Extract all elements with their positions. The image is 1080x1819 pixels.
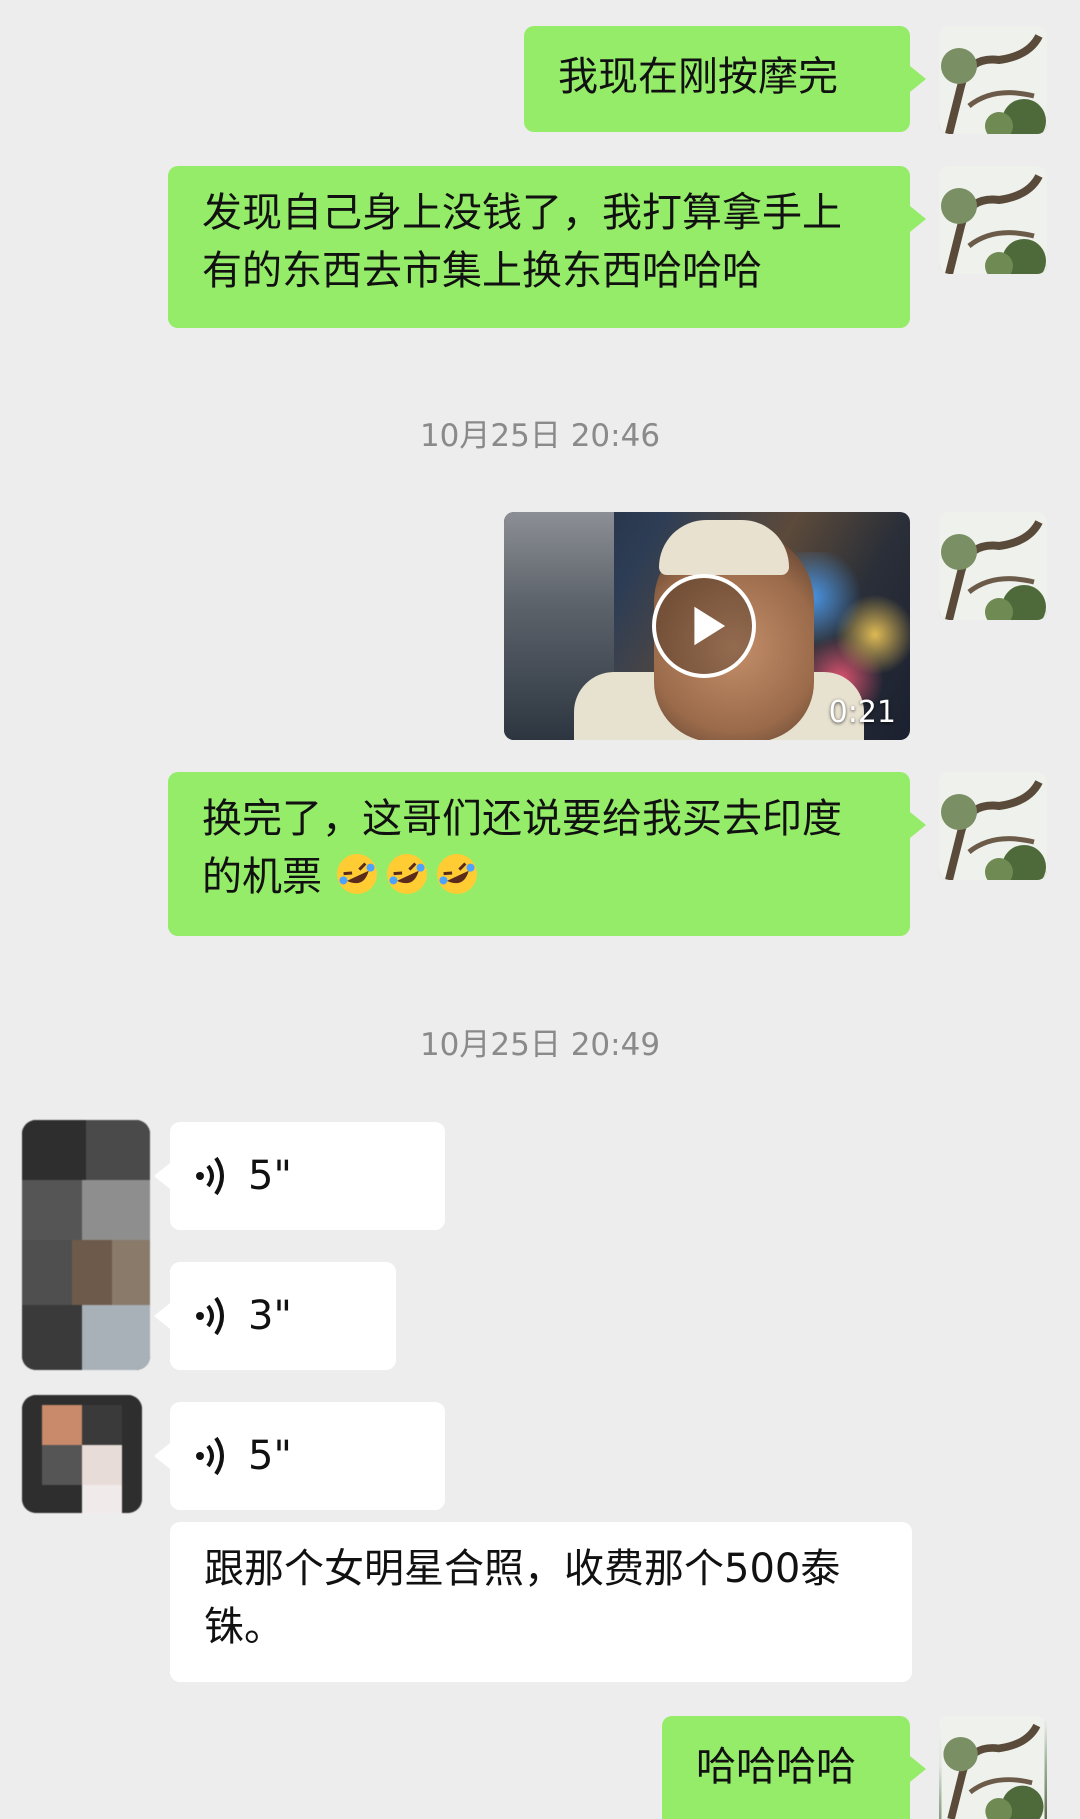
blurred-avatar-icon xyxy=(22,1395,142,1513)
contact-avatar[interactable] xyxy=(22,1120,150,1370)
tree-photo-icon xyxy=(939,772,1047,880)
bubble-tail xyxy=(910,1756,926,1782)
message-bubble-self[interactable]: 换完了，这哥们还说要给我买去印度的机票 xyxy=(168,772,910,936)
message-text: 哈哈哈哈 xyxy=(696,1744,856,1790)
voice-duration: 3" xyxy=(248,1293,292,1339)
play-icon[interactable] xyxy=(652,574,756,678)
tree-photo-icon xyxy=(939,512,1047,620)
message-bubble-self[interactable]: 我现在刚按摩完 xyxy=(524,26,910,132)
video-duration: 0:21 xyxy=(828,695,896,730)
voice-wave-icon xyxy=(196,1156,224,1196)
message-bubble-self[interactable]: 发现自己身上没钱了，我打算拿手上有的东西去市集上换东西哈哈哈 xyxy=(168,166,910,328)
self-avatar[interactable] xyxy=(939,772,1047,880)
bubble-tail xyxy=(910,66,926,92)
message-text: 跟那个女明星合照，收费那个500泰铢。 xyxy=(204,1546,841,1650)
self-avatar[interactable] xyxy=(939,26,1047,134)
message-bubble-other[interactable]: 跟那个女明星合照，收费那个500泰铢。 xyxy=(170,1522,912,1682)
self-avatar[interactable] xyxy=(939,1716,1047,1819)
voice-duration: 5" xyxy=(248,1433,292,1479)
tree-photo-icon xyxy=(941,1716,1045,1819)
bubble-tail xyxy=(154,1443,170,1469)
voice-message[interactable]: 3" xyxy=(170,1262,396,1370)
contact-avatar[interactable] xyxy=(22,1395,142,1513)
message-text: 发现自己身上没钱了，我打算拿手上有的东西去市集上换东西哈哈哈 xyxy=(202,190,842,294)
message-bubble-self[interactable]: 哈哈哈哈 xyxy=(662,1716,910,1819)
rolling-on-floor-laughing-icon xyxy=(336,854,377,894)
video-thumbnail-cap xyxy=(659,520,789,575)
message-text: 换完了，这哥们还说要给我买去印度的机票 xyxy=(202,796,842,900)
bubble-tail xyxy=(154,1303,170,1329)
bubble-tail xyxy=(154,1163,170,1189)
rolling-on-floor-laughing-icon xyxy=(386,854,427,894)
voice-message[interactable]: 5" xyxy=(170,1122,445,1230)
voice-duration: 5" xyxy=(248,1153,292,1199)
chat-timestamp: 10月25日 20:46 xyxy=(419,418,661,454)
voice-wave-icon xyxy=(196,1436,224,1476)
bubble-tail xyxy=(910,206,926,232)
message-text: 我现在刚按摩完 xyxy=(558,54,838,100)
voice-wave-icon xyxy=(196,1296,224,1336)
video-message[interactable]: 0:21 xyxy=(504,512,910,740)
tree-photo-icon xyxy=(939,166,1047,274)
chat-timestamp: 10月25日 20:49 xyxy=(419,1027,661,1063)
blurred-avatar-icon xyxy=(22,1120,150,1370)
voice-message[interactable]: 5" xyxy=(170,1402,445,1510)
self-avatar[interactable] xyxy=(939,512,1047,620)
rolling-on-floor-laughing-icon xyxy=(436,854,477,894)
self-avatar[interactable] xyxy=(939,166,1047,274)
tree-photo-icon xyxy=(939,26,1047,134)
bubble-tail xyxy=(910,812,926,838)
